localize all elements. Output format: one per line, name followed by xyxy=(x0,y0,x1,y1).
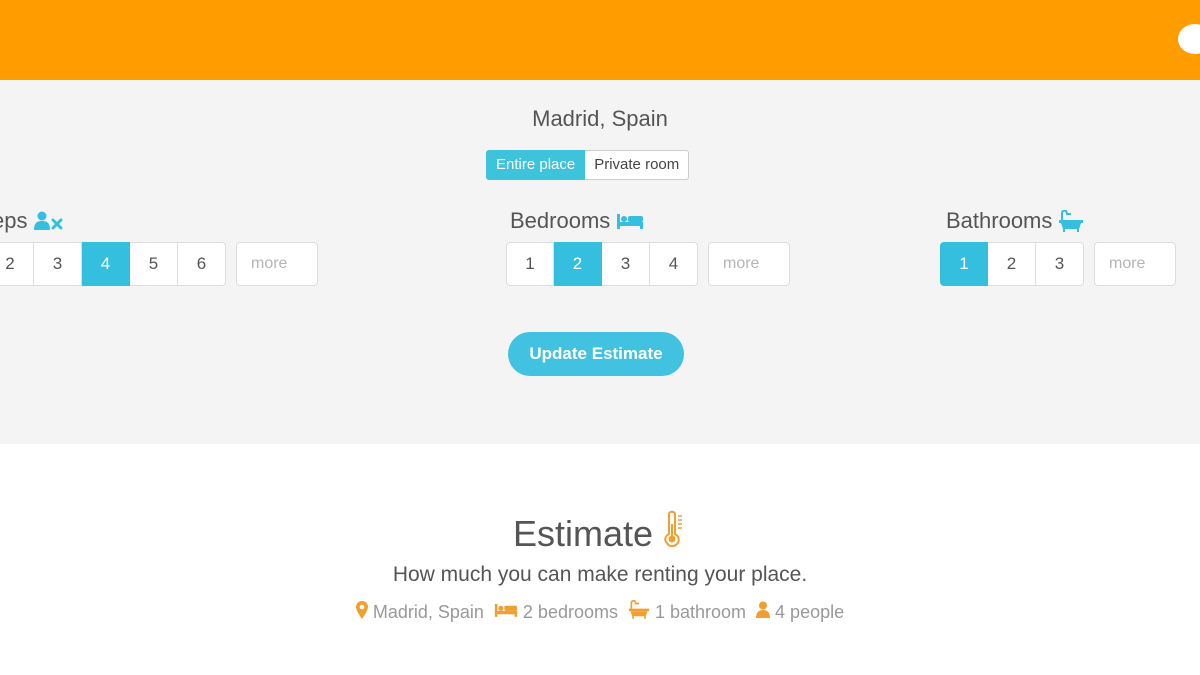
thermometer-icon xyxy=(661,510,687,557)
top-header-bar xyxy=(0,0,1200,80)
sleeps-more-input[interactable] xyxy=(236,242,318,286)
map-pin-icon xyxy=(355,600,368,624)
bathrooms-option-1[interactable]: 1 xyxy=(940,242,988,286)
entire-place-option[interactable]: Entire place xyxy=(486,150,586,180)
sleeps-option-6[interactable]: 6 xyxy=(178,242,226,286)
user-avatar[interactable] xyxy=(1178,24,1200,54)
sleeps-group: eps 2 3 4 5 6 xyxy=(0,206,318,286)
summary-bedrooms-text: 2 bedrooms xyxy=(522,601,618,622)
user-icon xyxy=(756,601,771,623)
sleeps-label: eps xyxy=(0,206,63,236)
sleeps-options: 2 3 4 5 6 xyxy=(0,242,318,286)
summary-people-text: 4 people xyxy=(775,601,845,622)
update-estimate-button[interactable]: Update Estimate xyxy=(508,332,684,376)
summary-bedrooms: 2 bedrooms xyxy=(494,602,618,623)
bedrooms-options: 1 2 3 4 xyxy=(506,242,790,286)
sleeps-option-3[interactable]: 3 xyxy=(34,242,82,286)
bathrooms-more-input[interactable] xyxy=(1094,242,1176,286)
sleeps-option-4[interactable]: 4 xyxy=(82,242,130,286)
bedrooms-label-text: Bedrooms xyxy=(510,208,611,233)
estimate-title-text: Estimate xyxy=(512,512,654,554)
summary-location-text: Madrid, Spain xyxy=(372,601,484,622)
estimate-summary: Madrid, Spain 2 bedrooms 1 bathroom 4 pe… xyxy=(0,599,1200,624)
bathrooms-group: Bathrooms 1 2 3 xyxy=(940,206,1176,286)
bathtub-icon xyxy=(628,599,650,624)
bathrooms-option-3[interactable]: 3 xyxy=(1036,242,1084,286)
room-type-toggle: Entire place Private room xyxy=(486,150,690,180)
bathrooms-options: 1 2 3 xyxy=(940,242,1176,286)
sleeps-option-2[interactable]: 2 xyxy=(0,242,34,286)
estimate-heading: Estimate xyxy=(0,510,1200,557)
summary-people: 4 people xyxy=(756,601,844,623)
bed-icon xyxy=(494,602,518,623)
location-title: Madrid, Spain xyxy=(532,106,668,131)
bedrooms-label: Bedrooms xyxy=(510,206,644,236)
sleeps-option-5[interactable]: 5 xyxy=(130,242,178,286)
summary-location: Madrid, Spain xyxy=(355,600,484,624)
bedrooms-option-3[interactable]: 3 xyxy=(602,242,650,286)
summary-bathrooms: 1 bathroom xyxy=(628,599,747,624)
bed-icon xyxy=(616,212,644,230)
private-room-option[interactable]: Private room xyxy=(585,150,690,180)
bedrooms-option-2[interactable]: 2 xyxy=(554,242,602,286)
summary-bathrooms-text: 1 bathroom xyxy=(654,601,747,622)
estimate-form-panel: Madrid, Spain Entire place Private room … xyxy=(0,80,1200,444)
bedrooms-group: Bedrooms 1 2 3 4 xyxy=(506,206,790,286)
bathrooms-label-text: Bathrooms xyxy=(946,208,1053,233)
bedrooms-more-input[interactable] xyxy=(708,242,790,286)
sleeps-label-text: eps xyxy=(0,208,28,233)
bathrooms-label: Bathrooms xyxy=(946,206,1084,236)
bathrooms-option-2[interactable]: 2 xyxy=(988,242,1036,286)
bedrooms-option-1[interactable]: 1 xyxy=(506,242,554,286)
bedrooms-option-4[interactable]: 4 xyxy=(650,242,698,286)
estimate-subtitle: How much you can make renting your place… xyxy=(392,563,808,586)
bathtub-icon xyxy=(1058,210,1084,232)
user-x-icon xyxy=(33,211,63,231)
